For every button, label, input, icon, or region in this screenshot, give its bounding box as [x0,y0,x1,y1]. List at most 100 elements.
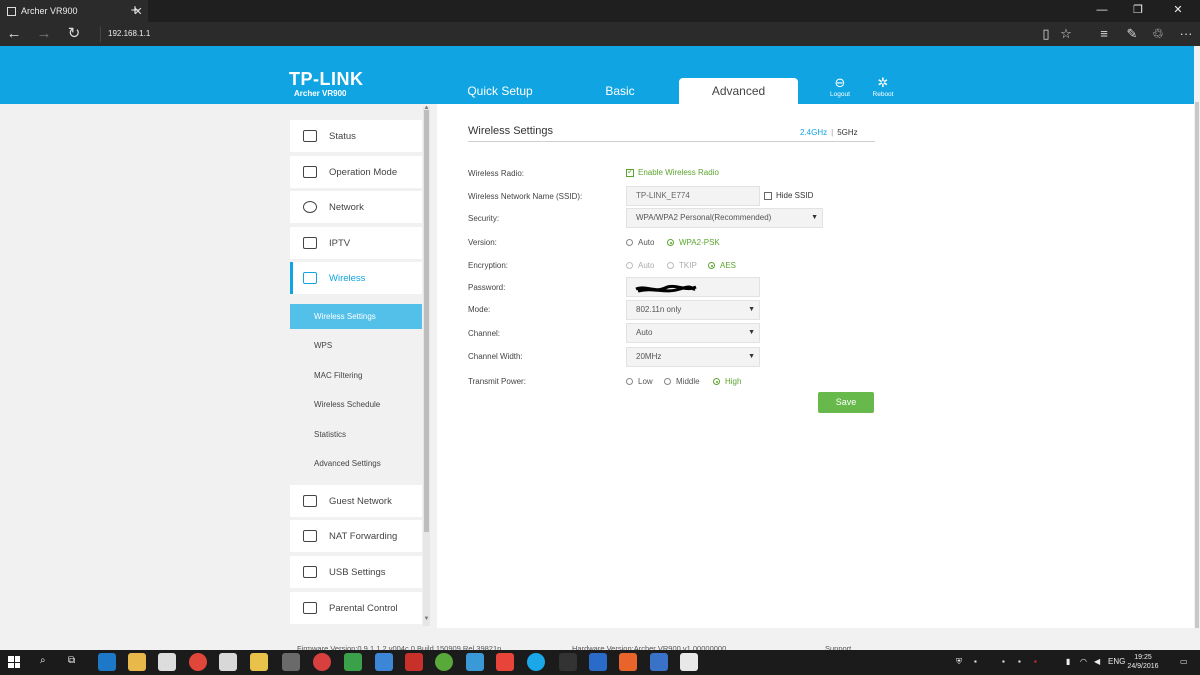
language-indicator[interactable]: ENG [1108,657,1125,666]
skype-icon[interactable] [527,653,545,671]
reboot-button[interactable]: ✲ Reboot [867,75,899,99]
app-icon-8[interactable] [466,653,484,671]
band-2-4ghz-link[interactable]: 2.4GHz [800,128,827,137]
app-icon-7[interactable] [435,653,453,671]
title-divider [468,141,875,142]
back-button[interactable]: ← [2,24,26,44]
wifi-icon [303,272,317,284]
new-tab-button[interactable]: + [126,2,144,19]
wireless-radio-label: Wireless Radio: [468,169,525,178]
maximize-button[interactable]: ❐ [1120,0,1156,22]
wifi-tray-icon[interactable]: ◠ [1080,657,1087,666]
media-player-icon[interactable] [219,653,237,671]
sidebar-item-usb-settings[interactable]: USB Settings [290,556,422,588]
hide-ssid-checkbox[interactable]: Hide SSID [764,191,813,200]
submenu-statistics[interactable]: Statistics [290,422,422,447]
app-icon-2[interactable] [282,653,300,671]
scroll-down-icon[interactable]: ▼ [423,616,430,622]
sidebar-item-iptv[interactable]: IPTV [290,227,422,259]
submenu-mac-filtering[interactable]: MAC Filtering [290,363,422,388]
hub-icon[interactable]: ≡ [1092,24,1116,44]
submenu-wireless-settings[interactable]: Wireless Settings [290,304,422,329]
favorite-star-icon[interactable]: ☆ [1054,24,1078,44]
forward-button[interactable]: → [32,24,56,44]
channel-width-select[interactable]: 20MHz ▼ [626,347,760,367]
mode-select[interactable]: 802.11n only ▼ [626,300,760,320]
power-low-radio[interactable]: Low [626,377,653,386]
edge-icon[interactable] [98,653,116,671]
chevron-down-icon: ▼ [748,353,755,360]
window-close-button[interactable]: ✕ [1160,0,1196,22]
tray-icon-3[interactable]: ▪ [1018,657,1021,666]
app-icon-6[interactable] [405,653,423,671]
power-middle-radio[interactable]: Middle [664,377,700,386]
more-icon[interactable]: ··· [1174,24,1198,44]
chrome-icon[interactable] [189,653,207,671]
refresh-button[interactable]: ↻ [62,24,86,44]
windows-taskbar: ⌕ ⧉ ⛨ ▪ ▪ ▪ ▪ ▮ ◠ ◀ ENG 19:25 24/9/2016 … [0,650,1200,675]
minimize-button[interactable]: — [1084,0,1120,22]
tray-icon-4[interactable]: ▪ [1034,657,1037,666]
band-separator: | [831,128,834,137]
page-scrollbar[interactable] [1194,46,1200,674]
save-button[interactable]: Save [818,392,874,413]
tab-quick-setup[interactable]: Quick Setup [455,78,545,104]
app-icon-1[interactable] [250,653,268,671]
version-wpa2-psk-radio[interactable]: WPA2-PSK [667,238,720,247]
sidebar-item-parental-control[interactable]: Parental Control [290,592,422,624]
start-icon[interactable] [8,656,20,668]
band-5ghz-link[interactable]: 5GHz [837,128,857,137]
enable-wireless-radio-checkbox[interactable]: Enable Wireless Radio [626,167,719,177]
sidebar-item-network[interactable]: Network [290,191,422,223]
tray-icon-2[interactable]: ▪ [1002,657,1005,666]
tab-advanced[interactable]: Advanced [679,78,798,104]
mi-icon[interactable] [619,653,637,671]
battery-icon[interactable]: ▮ [1066,657,1070,666]
security-select[interactable]: WPA/WPA2 Personal(Recommended) ▼ [626,208,823,228]
web-note-icon[interactable]: ✎ [1120,24,1144,44]
sidebar-item-operation-mode[interactable]: Operation Mode [290,156,422,188]
reboot-icon: ✲ [877,75,889,90]
search-icon[interactable]: ⌕ [40,655,46,666]
app-icon-11[interactable] [650,653,668,671]
sidebar-item-guest-network[interactable]: Guest Network [290,485,422,517]
ssid-input[interactable]: TP-LINK_E774 [626,186,760,206]
forward-icon [303,530,317,542]
power-high-radio[interactable]: High [713,377,741,386]
tab-basic[interactable]: Basic [575,78,665,104]
taskbar-clock[interactable]: 19:25 24/9/2016 [1125,653,1161,671]
app-icon-12[interactable] [680,653,698,671]
shield-icon[interactable]: ⛨ [956,657,962,667]
encryption-auto-radio[interactable]: Auto [626,261,654,270]
url-field[interactable]: 192.168.1.1 [100,26,1030,42]
blackberry-icon[interactable] [559,653,577,671]
submenu-advanced-settings[interactable]: Advanced Settings [290,451,422,476]
submenu-wps[interactable]: WPS [290,333,422,358]
tray-icon-1[interactable]: ▪ [974,657,977,666]
app-icon-3[interactable] [313,653,331,671]
channel-select[interactable]: Auto ▼ [626,323,760,343]
share-icon[interactable]: ♲ [1146,24,1170,44]
sidebar-item-nat-forwarding[interactable]: NAT Forwarding [290,520,422,552]
encryption-aes-radio[interactable]: AES [708,261,736,270]
sidebar-scrollbar-thumb[interactable] [424,110,429,532]
store-icon[interactable] [158,653,176,671]
sidebar-item-wireless[interactable]: Wireless [290,262,422,294]
page-scrollbar-thumb[interactable] [1195,102,1199,674]
app-icon-9[interactable] [496,653,514,671]
app-icon-10[interactable] [589,653,607,671]
sidebar-scrollbar[interactable]: ▲ ▼ [423,105,430,626]
volume-icon[interactable]: ◀ [1094,657,1100,666]
notifications-icon[interactable]: ▭ [1180,657,1188,666]
encryption-tkip-radio[interactable]: TKIP [667,261,697,270]
sidebar-item-status[interactable]: Status [290,120,422,152]
logout-button[interactable]: ⊖ Logout [824,76,856,99]
app-icon-5[interactable] [375,653,393,671]
chevron-down-icon: ▼ [748,329,755,336]
submenu-wireless-schedule[interactable]: Wireless Schedule [290,392,422,417]
file-explorer-icon[interactable] [128,653,146,671]
task-view-icon[interactable]: ⧉ [68,655,75,666]
radio-label: High [725,377,742,386]
app-icon-4[interactable] [344,653,362,671]
version-auto-radio[interactable]: Auto [626,238,654,247]
